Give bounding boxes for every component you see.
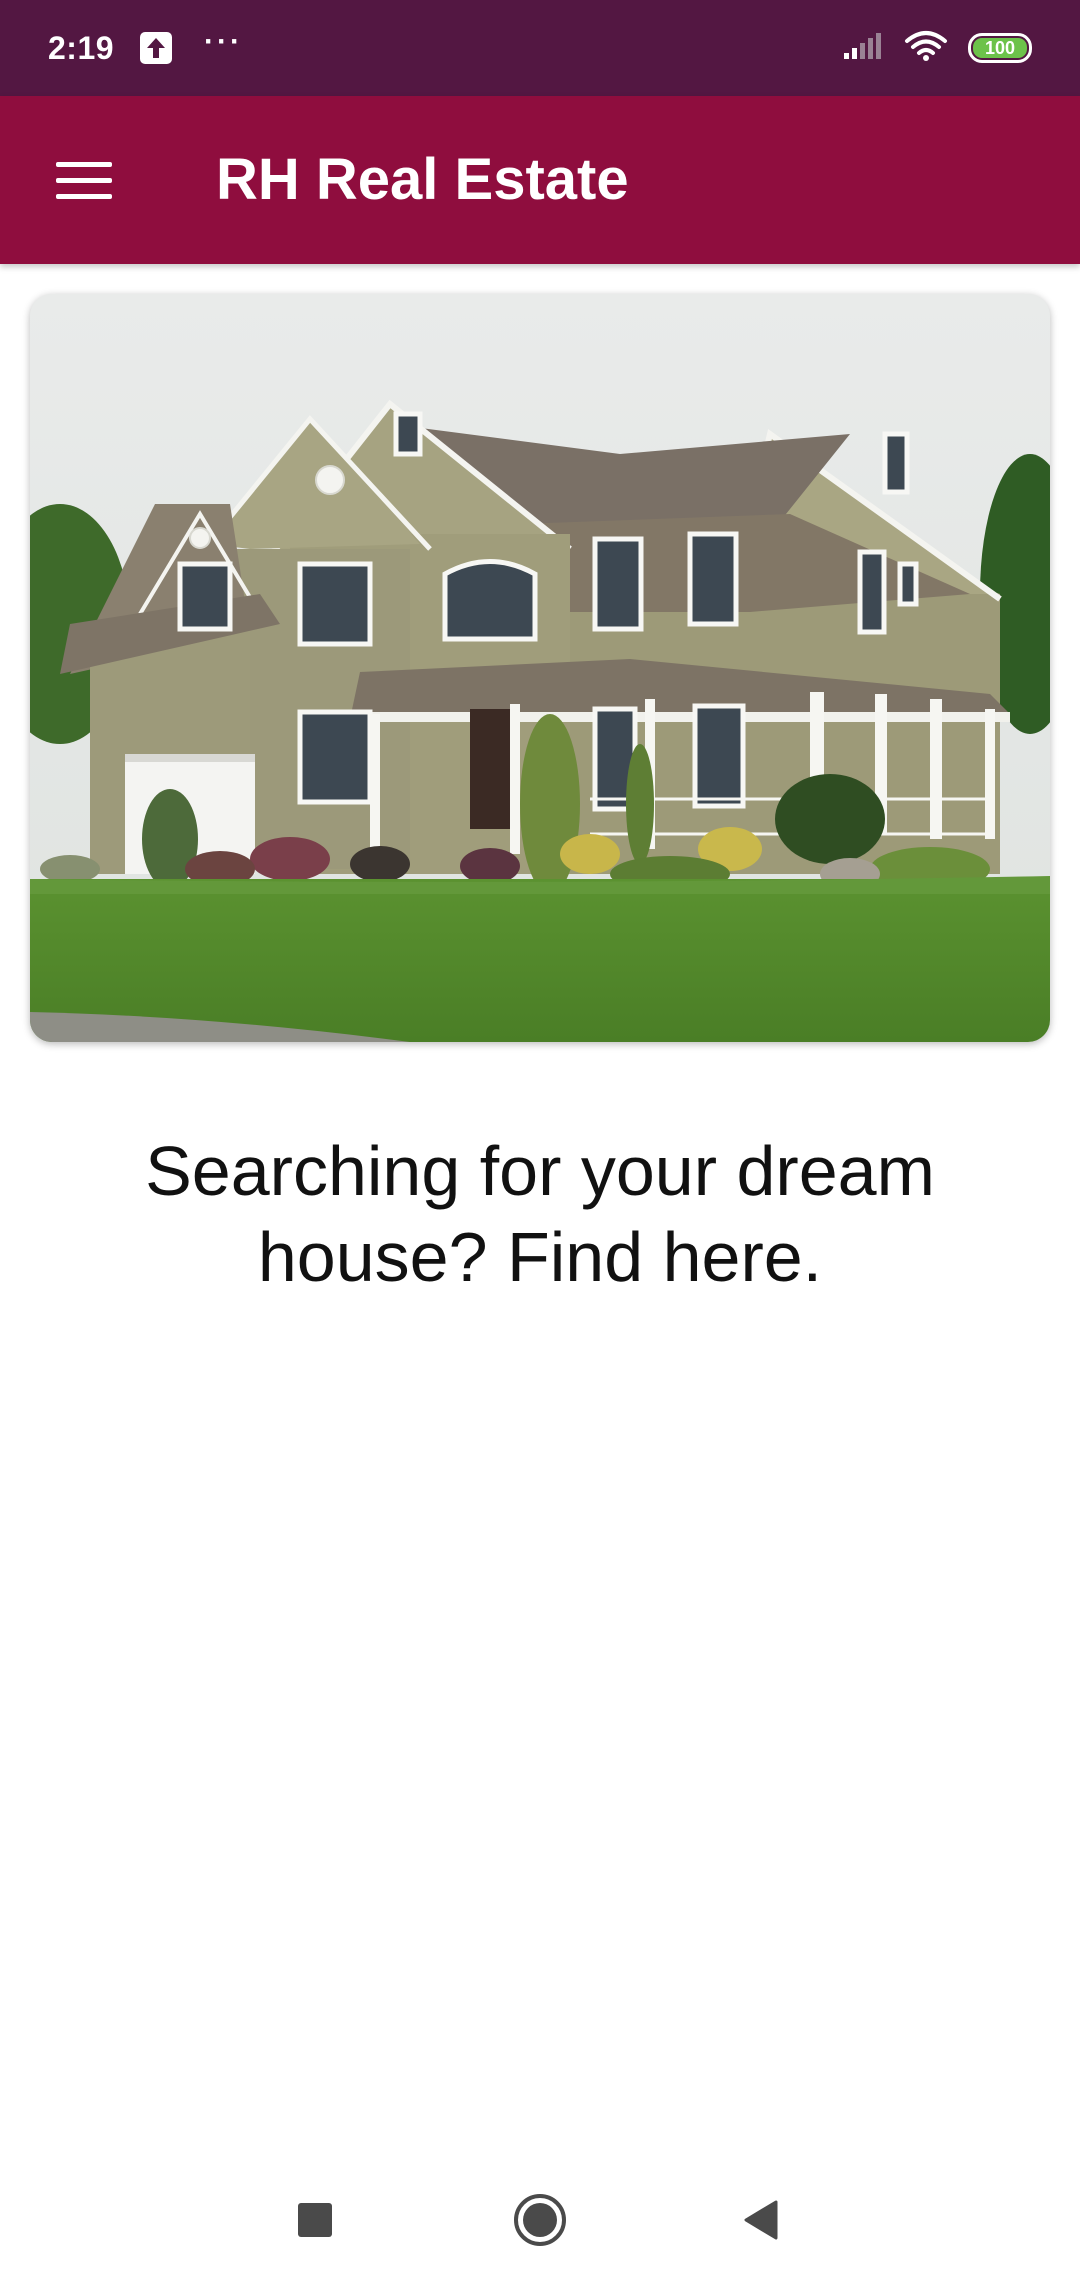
recents-square-icon[interactable]	[270, 2175, 360, 2265]
system-nav-bar	[0, 2160, 1080, 2280]
battery-level: 100	[973, 38, 1027, 58]
app-screen: 2:19 ··· 100 RH Real Estate Searching fo…	[0, 0, 1080, 2280]
hero-house-image	[30, 294, 1050, 1042]
wifi-icon	[904, 30, 948, 67]
hamburger-menu-icon[interactable]	[40, 140, 128, 220]
hero-tagline: Searching for your dream house? Find her…	[145, 1132, 935, 1296]
app-bar: RH Real Estate	[0, 96, 1080, 264]
battery-icon: 100	[968, 33, 1032, 63]
home-circle-icon[interactable]	[495, 2175, 585, 2265]
status-icons: 100	[842, 30, 1032, 67]
upload-icon	[140, 32, 173, 64]
status-time: 2:19	[48, 29, 115, 66]
status-more-dots: ···	[204, 25, 244, 58]
app-title: RH Real Estate	[216, 147, 629, 212]
back-triangle-icon[interactable]	[715, 2175, 805, 2265]
status-bar: 2:19 ··· 100	[0, 0, 1080, 96]
signal-icon	[842, 31, 884, 66]
